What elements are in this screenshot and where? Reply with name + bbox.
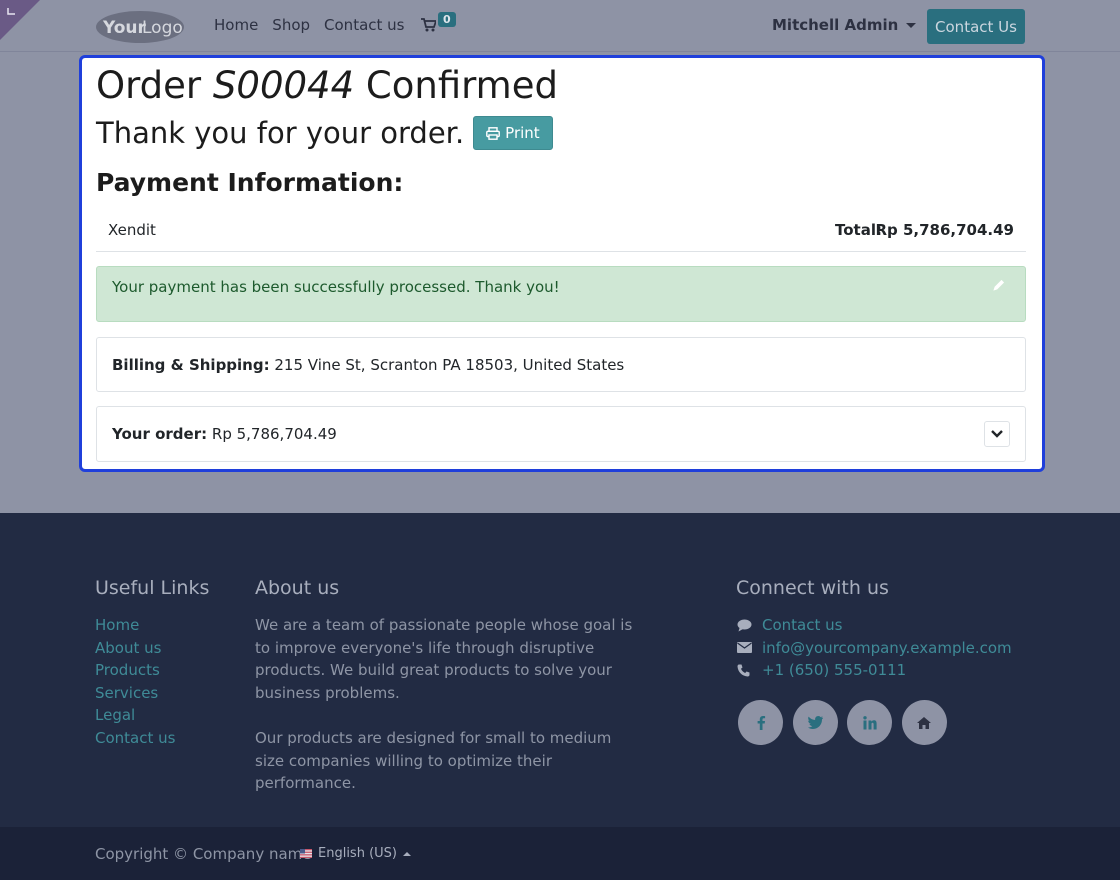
connect-email-link[interactable]: info@yourcompany.example.com — [762, 637, 1012, 660]
chevron-up-icon — [402, 851, 411, 856]
chevron-down-icon — [906, 22, 917, 28]
page-title: Order S00044 Confirmed — [96, 64, 558, 107]
connect-heading: Connect with us — [736, 577, 889, 599]
payment-success-alert: Your payment has been successfully proce… — [96, 266, 1026, 322]
cart-count-badge: 0 — [438, 12, 456, 27]
print-label: Print — [505, 124, 540, 142]
language-selector[interactable]: English (US) — [300, 846, 411, 861]
billing-label: Billing & Shipping: — [112, 356, 270, 374]
phone-icon — [737, 664, 762, 677]
footer-link-about-us[interactable]: About us — [95, 637, 175, 660]
thank-you-row: Thank you for your order. Print — [96, 116, 553, 150]
svg-text:Your: Your — [102, 18, 147, 38]
order-confirmation-card: Order S00044 Confirmed Thank you for you… — [79, 55, 1045, 472]
nav-home[interactable]: Home — [214, 16, 258, 34]
connect-contact-row[interactable]: Contact us — [737, 614, 1012, 637]
thank-you-heading: Thank you for your order. — [96, 116, 465, 150]
connect-email-row[interactable]: info@yourcompany.example.com — [737, 637, 1012, 660]
user-name: Mitchell Admin — [772, 16, 899, 34]
facebook-icon[interactable] — [738, 700, 783, 745]
language-label: English (US) — [318, 846, 397, 861]
print-icon — [486, 126, 501, 140]
connect-phone-link[interactable]: +1 (650) 555-0111 — [762, 659, 906, 682]
twitter-icon[interactable] — [792, 700, 838, 745]
linkedin-icon[interactable] — [847, 700, 892, 745]
useful-links-heading: Useful Links — [95, 577, 210, 599]
main-nav: Home Shop Contact us — [214, 16, 418, 34]
company-logo[interactable]: Your Logo — [95, 10, 185, 44]
chevron-down-icon — [991, 430, 1003, 438]
billing-address: 215 Vine St, Scranton PA 18503, United S… — [274, 356, 625, 374]
title-prefix: Order — [96, 64, 202, 107]
social-links — [738, 700, 956, 745]
alert-message: Your payment has been successfully proce… — [112, 278, 560, 296]
envelope-icon — [737, 642, 762, 654]
edit-corner-badge[interactable] — [0, 0, 40, 40]
connect-list: Contact us info@yourcompany.example.com … — [737, 614, 1012, 682]
copyright-bar: Copyright © Company name English (US) — [0, 827, 1120, 880]
home-icon[interactable] — [901, 700, 947, 745]
useful-links-list: Home About us Products Services Legal Co… — [95, 614, 175, 750]
connect-contact-link[interactable]: Contact us — [762, 614, 842, 637]
your-order-label: Your order: — [112, 425, 208, 443]
payment-heading: Payment Information: — [96, 168, 404, 197]
about-text: We are a team of passionate people whose… — [255, 614, 635, 795]
footer-link-legal[interactable]: Legal — [95, 704, 175, 727]
about-paragraph-1: We are a team of passionate people whose… — [255, 616, 633, 702]
nav-shop[interactable]: Shop — [272, 16, 310, 34]
nav-contact-us[interactable]: Contact us — [324, 16, 404, 34]
svg-text:Logo: Logo — [142, 18, 183, 38]
order-details-toggle[interactable] — [984, 421, 1010, 447]
footer-link-contact-us[interactable]: Contact us — [95, 727, 175, 750]
print-button[interactable]: Print — [473, 116, 553, 150]
cart-icon — [421, 18, 436, 32]
connect-phone-row[interactable]: +1 (650) 555-0111 — [737, 659, 1012, 682]
order-number: S00044 — [212, 64, 355, 107]
payment-provider: Xendit — [108, 221, 156, 239]
total-value: Rp 5,786,704.49 — [875, 221, 1014, 239]
footer-link-home[interactable]: Home — [95, 614, 175, 637]
footer: Useful Links Home About us Products Serv… — [0, 513, 1120, 827]
contact-us-button[interactable]: Contact Us — [927, 9, 1025, 44]
your-order-value: Rp 5,786,704.49 — [211, 425, 337, 443]
your-order-box: Your order: Rp 5,786,704.49 — [96, 406, 1026, 462]
comment-icon — [737, 619, 762, 632]
title-suffix: Confirmed — [365, 64, 558, 107]
footer-link-products[interactable]: Products — [95, 659, 175, 682]
corner-icon — [0, 0, 40, 40]
cart-link[interactable]: 0 — [421, 12, 461, 38]
billing-shipping-text: Billing & Shipping: 215 Vine St, Scranto… — [112, 356, 624, 374]
about-paragraph-2: Our products are designed for small to m… — [255, 728, 612, 793]
footer-link-services[interactable]: Services — [95, 682, 175, 705]
us-flag-icon — [300, 849, 312, 858]
copyright-text: Copyright © Company name — [95, 845, 312, 863]
payment-row: Xendit Total: Rp 5,786,704.49 — [96, 210, 1026, 252]
about-heading: About us — [255, 577, 340, 599]
pencil-icon[interactable] — [993, 279, 1005, 291]
your-order-text: Your order: Rp 5,786,704.49 — [112, 425, 337, 443]
top-navbar: Your Logo Home Shop Contact us 0 Mitchel… — [0, 0, 1120, 52]
user-menu[interactable]: Mitchell Admin — [772, 16, 917, 34]
billing-shipping-box: Billing & Shipping: 215 Vine St, Scranto… — [96, 337, 1026, 392]
